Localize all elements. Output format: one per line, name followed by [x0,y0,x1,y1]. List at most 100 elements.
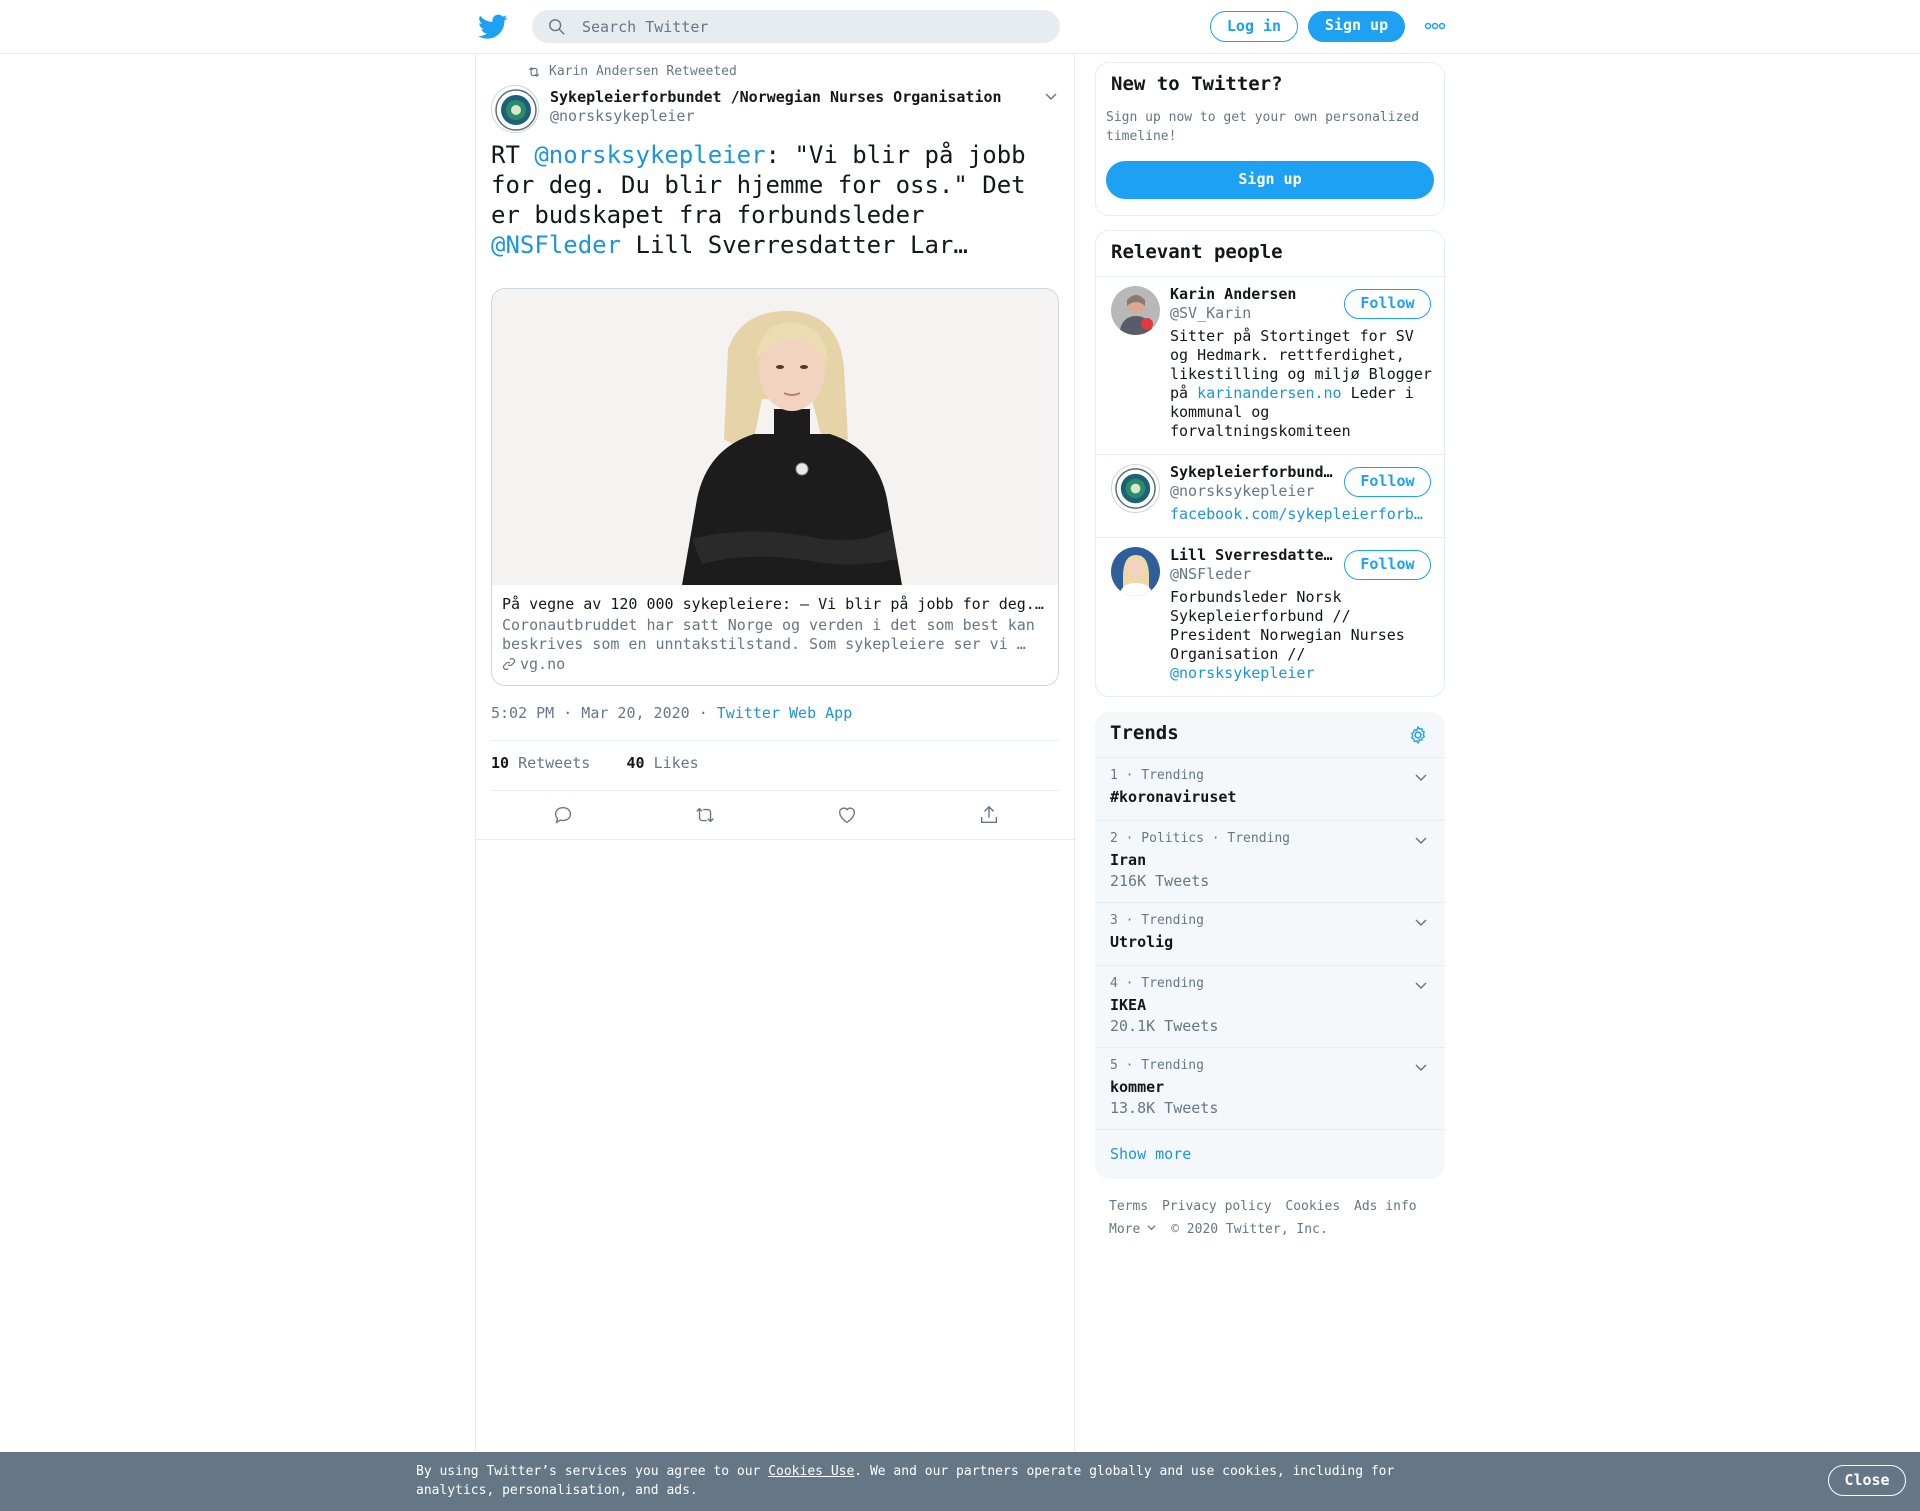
trend-name: Iran [1110,851,1147,869]
avatar[interactable] [1111,464,1160,513]
trend-item[interactable]: 4 · Trending IKEA 20.1K Tweets [1095,966,1445,1048]
likes-count: 40 [626,754,645,772]
bio-link[interactable]: facebook.com/sykepleierforb… [1170,505,1423,523]
trend-name: IKEA [1110,996,1147,1014]
tweet-author-handle[interactable]: @norsksykepleier [550,107,695,125]
trend-item[interactable]: 1 · Trending #koronaviruset [1095,758,1445,821]
login-button[interactable]: Log in [1210,11,1298,42]
link-card[interactable]: På vegne av 120 000 sykepleiere: – Vi bl… [491,288,1059,686]
column-divider-right [1074,54,1075,1454]
chevron-down-icon [1147,1225,1156,1231]
likes-stat[interactable]: 40 Likes [626,754,698,772]
column-divider-left [475,54,476,1454]
card-domain: vg.no [502,655,565,673]
new-to-twitter-subtext: Sign up now to get your own personalized… [1106,110,1420,144]
org-logo-icon [495,89,537,131]
retweets-count: 10 [491,754,510,772]
relevant-people-panel: Relevant people Karin Andersen @SV_Karin… [1095,230,1445,697]
bio-link[interactable]: karinandersen.no [1197,384,1342,402]
search-placeholder: Search Twitter [582,18,709,36]
search-icon [549,19,565,35]
gear-icon[interactable] [1408,725,1428,745]
follow-button[interactable]: Follow [1344,550,1431,580]
signup-panel-button[interactable]: Sign up [1106,161,1434,199]
person-handle[interactable]: @norsksykepleier [1170,482,1315,500]
reply-icon[interactable] [552,804,574,826]
tweet-stats: 10 Retweets 40 Likes [491,754,699,772]
person-card[interactable]: Lill Sverresdatter Larsen @NSFleder Foll… [1096,538,1444,696]
like-icon[interactable] [836,804,858,826]
chevron-down-icon[interactable] [1413,1060,1429,1076]
trend-name: Utrolig [1110,933,1174,951]
bio-link[interactable]: @norsksykepleier [1170,664,1315,682]
chevron-down-icon[interactable] [1413,833,1429,849]
trend-meta: 4 · Trending [1110,976,1204,991]
chevron-down-icon[interactable] [1413,770,1429,786]
follow-button[interactable]: Follow [1344,289,1431,319]
twitter-logo-icon[interactable] [478,14,508,40]
tweet-actions [491,800,1059,830]
tweet-timestamp: 5:02 PM · Mar 20, 2020 · Twitter Web App [491,704,852,722]
divider [491,790,1059,791]
more-options-icon[interactable] [1424,20,1446,32]
tweet-text: RT @norsksykepleier: "Vi blir på jobb fo… [491,140,1061,260]
retweet-icon[interactable] [694,804,716,826]
footer-link-terms[interactable]: Terms [1109,1199,1148,1214]
retweet-context[interactable]: Karin Andersen Retweeted [527,64,737,79]
show-more-link[interactable]: Show more [1110,1145,1191,1163]
footer-link-ads-info[interactable]: Ads info [1354,1199,1417,1214]
trend-meta: 5 · Trending [1110,1058,1204,1073]
chevron-down-icon[interactable] [1043,89,1059,105]
person-name[interactable]: Sykepleierforbundet /Norwegian Nurses Or… [1170,463,1340,481]
person-card[interactable]: Karin Andersen @SV_Karin Follow Sitter p… [1096,277,1444,455]
close-button[interactable]: Close [1828,1465,1906,1496]
avatar[interactable] [1111,547,1160,596]
chevron-down-icon[interactable] [1413,978,1429,994]
cookie-text-part: By using Twitter’s services you agree to… [416,1464,769,1479]
divider [476,839,1074,840]
trend-item[interactable]: 2 · Politics · Trending Iran 216K Tweets [1095,821,1445,903]
source-link[interactable]: Twitter Web App [717,704,852,722]
person-card[interactable]: Sykepleierforbundet /Norwegian Nurses Or… [1096,455,1444,538]
share-icon[interactable] [978,804,1000,826]
follow-button[interactable]: Follow [1344,467,1431,497]
mention-link[interactable]: @NSFleder [491,231,621,259]
new-to-twitter-heading: New to Twitter? [1111,73,1283,95]
retweet-small-icon [528,66,540,77]
search-input[interactable]: Search Twitter [532,10,1060,43]
person-bio: Forbundsleder Norsk Sykepleierforbund //… [1170,588,1435,683]
tweet-author-name[interactable]: Sykepleierforbundet /Norwegian Nurses Or… [550,88,1002,106]
person-photo [492,289,1058,585]
person-handle[interactable]: @NSFleder [1170,565,1251,583]
trend-item[interactable]: 5 · Trending kommer 13.8K Tweets [1095,1048,1445,1130]
tweet-text-part: Lill Sverresdatter Lar… [621,231,968,259]
signup-button[interactable]: Sign up [1308,11,1405,42]
card-description: Coronautbruddet har satt Norge og verden… [502,616,1035,653]
chevron-down-icon[interactable] [1413,915,1429,931]
trend-count: 20.1K Tweets [1110,1017,1219,1035]
trend-meta: 3 · Trending [1110,913,1204,928]
mention-link[interactable]: @norsksykepleier [534,141,765,169]
trend-name: #koronaviruset [1110,788,1237,806]
person-name[interactable]: Lill Sverresdatter Larsen [1170,546,1340,564]
retweets-stat[interactable]: 10 Retweets [491,754,590,772]
person-bio: facebook.com/sykepleierforb… [1170,505,1435,524]
person-handle[interactable]: @SV_Karin [1170,304,1251,322]
trends-header: Trends [1095,712,1445,758]
person-name[interactable]: Karin Andersen [1170,285,1340,303]
footer-link-cookies[interactable]: Cookies [1285,1199,1340,1214]
card-domain-text: vg.no [520,655,566,673]
cookies-use-link[interactable]: Cookies Use [768,1464,854,1479]
bio-text: Forbundsleder Norsk Sykepleierforbund //… [1170,588,1405,663]
timestamp-text[interactable]: 5:02 PM · Mar 20, 2020 [491,704,690,722]
divider [491,740,1059,741]
timestamp-separator: · [689,704,717,722]
avatar[interactable] [491,85,539,133]
cookie-banner: By using Twitter’s services you agree to… [0,1452,1920,1511]
avatar[interactable] [1111,286,1160,335]
retweeted-by-text: Karin Andersen Retweeted [549,64,737,79]
top-bar: Search Twitter Log in Sign up [0,0,1920,54]
trend-item[interactable]: 3 · Trending Utrolig [1095,903,1445,966]
footer-link-privacy[interactable]: Privacy policy [1162,1199,1272,1214]
footer-more[interactable]: More [1109,1222,1157,1237]
